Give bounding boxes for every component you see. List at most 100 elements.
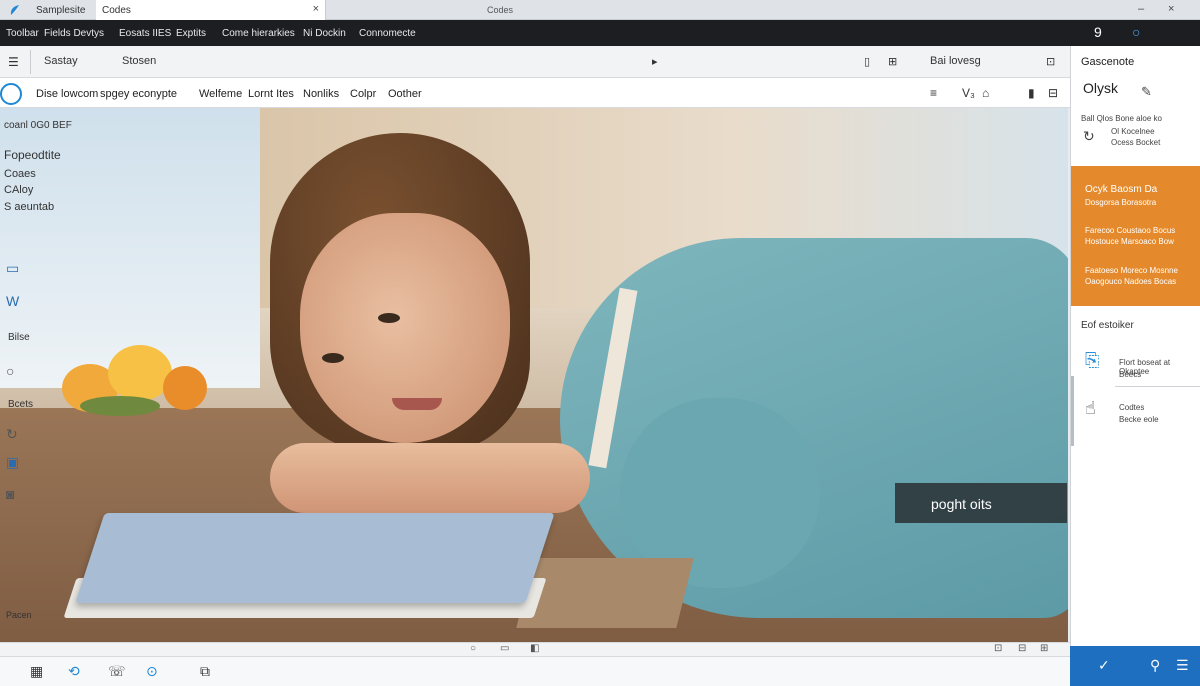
promo-line-4: Faatoeso Moreco Mosnne xyxy=(1085,266,1178,275)
tab-close-icon[interactable]: × xyxy=(313,3,319,15)
nav-item-spgey[interactable]: spgey econypte xyxy=(100,88,177,100)
tab-label: Codes xyxy=(102,5,131,16)
calculator-icon[interactable]: ▦ xyxy=(30,663,43,680)
menu-item-eosats[interactable]: Eosats IIES xyxy=(119,28,171,39)
nav-item-nonliks[interactable]: Nonliks xyxy=(303,88,339,100)
home-icon[interactable]: ⌂ xyxy=(982,86,989,100)
nav-item-oother[interactable]: Oother xyxy=(388,88,422,100)
item-divider xyxy=(1115,386,1200,387)
left-heading: coanl 0G0 BEF xyxy=(4,120,72,131)
grid-icon[interactable]: ⊡ xyxy=(1046,55,1055,68)
sync-small-icon[interactable]: ↻ xyxy=(1083,128,1095,145)
toolbar-label-lovesg[interactable]: Bai lovesg xyxy=(930,55,981,67)
promo-line-2: Farecoo Coustaoo Bocus xyxy=(1085,226,1176,235)
edit-icon[interactable]: ✎ xyxy=(1141,84,1152,100)
bookmark-icon[interactable]: ▮ xyxy=(1028,86,1035,100)
menu-bar: Toolbar Fields Devtys Eosats IIES Exptit… xyxy=(0,20,1200,46)
status-bar: ○ ▭ ◧ ⊡ ⊟ ⊞ xyxy=(0,642,1070,656)
right-line-3: Ocess Bocket xyxy=(1111,138,1161,147)
item2-sub: Becke eole xyxy=(1119,415,1159,424)
photo-book-blue xyxy=(75,513,555,603)
left-panel: coanl 0G0 BEF Fopeodtite Coaes CAloy S a… xyxy=(0,108,80,642)
nav-item-welfeme[interactable]: Welfeme xyxy=(199,88,242,100)
panel-icon[interactable]: ▯ xyxy=(864,55,870,68)
left-line-coaes[interactable]: Coaes xyxy=(4,168,36,180)
menu-item-toolbar[interactable]: Toolbar xyxy=(6,28,39,39)
taskbar: ▦ ⟲ ☏ ⊙ ⧉ xyxy=(0,656,1070,686)
right-panel-big-label[interactable]: Olysk xyxy=(1083,80,1118,96)
app-logo-icon xyxy=(10,5,19,15)
photo-box xyxy=(516,558,694,628)
browser-tab[interactable]: Codes × xyxy=(96,0,326,20)
phone-icon[interactable]: ☏ xyxy=(108,663,126,680)
footer-menu-icon[interactable]: ☰ xyxy=(1176,657,1189,674)
camera-icon[interactable]: ◙ xyxy=(6,486,14,502)
item1-sub: Beecs xyxy=(1119,370,1142,379)
hand-icon[interactable]: ☝ xyxy=(1085,398,1096,419)
photo-eye-left xyxy=(378,313,400,323)
status-icon-d[interactable]: ⊡ xyxy=(994,643,1002,654)
left-line-caloy[interactable]: CAloy xyxy=(4,184,33,196)
status-icon-f[interactable]: ⊞ xyxy=(1040,643,1048,654)
toolbar-item-sastay[interactable]: Sastay xyxy=(44,55,78,67)
app-name: Samplesite xyxy=(36,5,86,16)
toolbar-primary: ☰ Sastay Stosen ▸ ▯ ⊞ Bai lovesg ⊡ xyxy=(0,46,1070,78)
layout-icon[interactable]: ⊞ xyxy=(888,55,897,68)
promo-line-3: Hostouce Marsoaco Bow xyxy=(1085,237,1174,246)
status-icon-c[interactable]: ◧ xyxy=(530,643,539,654)
w-logo-icon[interactable]: W xyxy=(6,293,19,309)
left-label-bilse[interactable]: Bilse xyxy=(8,332,30,343)
search-icon[interactable]: ⊙ xyxy=(146,663,158,680)
left-subtitle[interactable]: Fopeodtite xyxy=(4,148,61,162)
promo-line-5: Oaogouco Nadoes Bocas xyxy=(1085,277,1177,286)
right-line-1: Ball Qlos Bone aloe ko xyxy=(1081,114,1162,123)
monitor-icon[interactable]: ▭ xyxy=(6,260,19,277)
footer-check-icon[interactable]: ✓ xyxy=(1098,657,1110,674)
left-line-aeuntab[interactable]: S aeuntab xyxy=(4,201,54,213)
user-icon[interactable]: 9 xyxy=(1094,24,1102,40)
left-label-bcets[interactable]: Bcets xyxy=(8,399,33,410)
footer-share-icon[interactable]: ⚲ xyxy=(1150,657,1160,674)
sync-icon[interactable]: ⟲ xyxy=(68,663,80,680)
list-icon[interactable]: ≡ xyxy=(930,86,937,100)
brand-circle-icon[interactable] xyxy=(0,83,22,105)
right-panel-footer: ✓ ⚲ ☰ xyxy=(1070,646,1200,686)
left-label-pacen[interactable]: Pacen xyxy=(6,610,32,620)
menu-item-connomecte[interactable]: Connomecte xyxy=(359,28,416,39)
right-scrollbar[interactable] xyxy=(1071,376,1074,446)
promo-card[interactable]: Ocyk Baosm Da Dosgorsa Borasotra Farecoo… xyxy=(1071,166,1200,306)
menu-hamburger-icon[interactable]: ☰ xyxy=(8,55,19,69)
caption-text: poght oits xyxy=(931,496,992,512)
item2-title[interactable]: Codtes xyxy=(1119,403,1144,412)
nav-item-dise[interactable]: Dise lowcom xyxy=(36,88,98,100)
toolbar-item-stosen[interactable]: Stosen xyxy=(122,55,156,67)
minimize-icon[interactable]: – xyxy=(1138,3,1144,15)
settings-icon[interactable]: ○ xyxy=(1132,24,1140,40)
status-icon-b[interactable]: ▭ xyxy=(500,643,509,654)
arrow-right-icon[interactable]: ▸ xyxy=(652,55,658,68)
window-icon[interactable]: ⊟ xyxy=(1048,86,1058,100)
close-window-icon[interactable]: × xyxy=(1168,3,1174,15)
toolbar-divider xyxy=(30,50,31,74)
version-icon[interactable]: V₃ xyxy=(962,86,975,100)
menu-item-dockin[interactable]: Ni Dockin xyxy=(303,28,346,39)
menu-item-come[interactable]: Come hierarkies xyxy=(222,28,295,39)
refresh-icon[interactable]: ↻ xyxy=(6,426,18,443)
promo-heading: Ocyk Baosm Da xyxy=(1085,184,1158,195)
document-icon[interactable]: ⎘ xyxy=(1085,350,1099,371)
right-panel: Gascenote Olysk ✎ Ball Qlos Bone aloe ko… xyxy=(1070,46,1200,646)
chat-icon[interactable]: ▣ xyxy=(6,454,19,471)
title-bar: Samplesite Codes × Codes – × xyxy=(0,0,1200,20)
window-switch-icon[interactable]: ⧉ xyxy=(200,663,210,680)
section-label: Eof estoiker xyxy=(1081,320,1134,331)
caption-bar: poght oits xyxy=(895,483,1067,523)
status-icon-a[interactable]: ○ xyxy=(470,643,476,654)
nav-item-colpr[interactable]: Colpr xyxy=(350,88,376,100)
menu-item-fields[interactable]: Fields Devtys xyxy=(44,28,104,39)
circle-icon[interactable]: ○ xyxy=(6,363,14,379)
flowers-icon xyxy=(62,345,207,416)
menu-item-exptits[interactable]: Exptits xyxy=(176,28,206,39)
nav-item-lornt[interactable]: Lornt Ites xyxy=(248,88,294,100)
photo-eye-right xyxy=(322,353,344,363)
status-icon-e[interactable]: ⊟ xyxy=(1018,643,1026,654)
